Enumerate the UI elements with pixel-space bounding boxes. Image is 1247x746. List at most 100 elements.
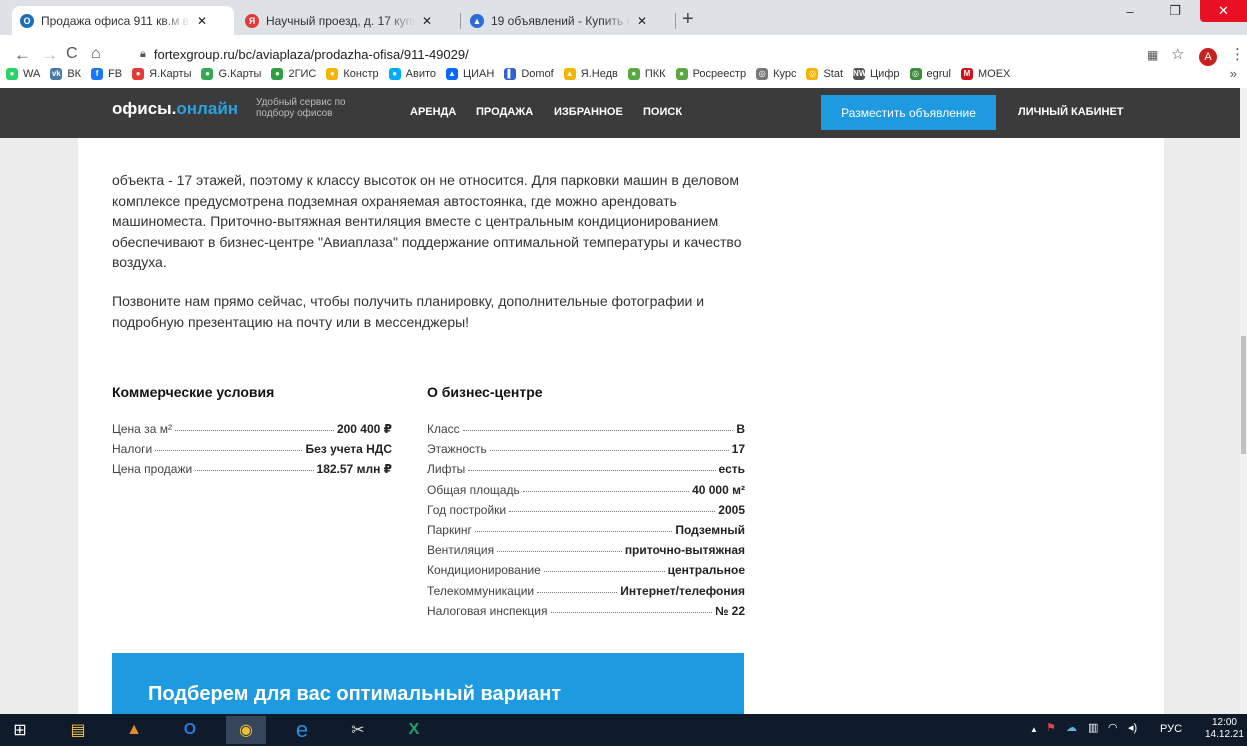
- tray-expand-icon[interactable]: ▲: [1030, 725, 1038, 734]
- bookmark-11[interactable]: ▲ Я.Недв: [563, 68, 618, 80]
- system-clock[interactable]: 12:00 14.12.21: [1205, 717, 1244, 741]
- window-close-icon[interactable]: ✕: [1200, 0, 1247, 22]
- internet-explorer-icon[interactable]: e: [282, 716, 322, 744]
- bookmark-label: ВК: [67, 68, 82, 80]
- lock-icon: 🔒︎: [140, 47, 146, 60]
- bookmark-icon: ◎: [756, 68, 769, 80]
- logo-domain: онлайн: [176, 99, 239, 118]
- chrome-icon[interactable]: ◉: [226, 716, 266, 744]
- dotted-leader: [509, 510, 716, 512]
- excel-icon[interactable]: X: [394, 716, 434, 744]
- scrollbar-thumb[interactable]: [1241, 336, 1246, 454]
- menu-sale[interactable]: ПРОДАЖА: [476, 106, 533, 118]
- logo-text: офисы.: [112, 99, 177, 118]
- bookmark-15[interactable]: ◎ Stat: [806, 68, 843, 80]
- spec-row: Этажность 17: [427, 436, 745, 456]
- home-icon[interactable]: ⌂: [91, 45, 101, 63]
- file-explorer-icon[interactable]: ▤: [58, 716, 98, 744]
- bookmark-star-icon[interactable]: ☆: [1171, 45, 1184, 63]
- back-icon[interactable]: ←: [14, 45, 31, 65]
- restore-icon[interactable]: ❐: [1155, 0, 1195, 22]
- spec-value: 17: [731, 442, 745, 457]
- bookmark-label: Я.Карты: [149, 68, 192, 80]
- language-indicator[interactable]: РУС: [1160, 723, 1182, 735]
- spec-row: Телекоммуникации Интернет/телефония: [427, 578, 745, 598]
- bookmark-icon: M: [960, 68, 973, 80]
- bookmark-2[interactable]: vk ВК: [50, 68, 81, 80]
- matlab-icon[interactable]: ▲: [114, 716, 154, 744]
- spec-key: Налоговая инспекция: [427, 603, 548, 618]
- post-ad-button[interactable]: Разместить объявление: [821, 95, 996, 130]
- snipping-tool-icon[interactable]: ✂: [338, 716, 378, 744]
- bookmark-7[interactable]: ● Констр: [326, 68, 379, 80]
- dotted-leader: [550, 611, 712, 613]
- spec-row: Цена за м² 200 400 ₽: [112, 416, 392, 436]
- volume-icon[interactable]: ◂): [1128, 721, 1137, 734]
- tab-close-icon[interactable]: ✕: [637, 14, 647, 28]
- page-scrollbar[interactable]: [1240, 88, 1247, 714]
- dotted-leader: [497, 551, 622, 553]
- bookmark-18[interactable]: M MOEX: [960, 68, 1010, 80]
- spec-value: приточно-вытяжная: [624, 543, 745, 558]
- spec-row: Год постройки 2005: [427, 497, 745, 517]
- network-alert-icon[interactable]: ⚑: [1046, 721, 1056, 734]
- bookmark-1[interactable]: ● WA: [6, 68, 40, 80]
- bookmarks-more-icon[interactable]: »: [1230, 66, 1237, 81]
- bookmark-label: Цифр: [870, 68, 900, 80]
- bookmarks-bar: ● WA vk ВК f FB ● Я.Карты ● G.Карты ● 2ГИС ● Констр ● А…: [0, 63, 1247, 85]
- menu-search[interactable]: ПОИСК: [643, 106, 682, 118]
- bookmark-13[interactable]: ● Росреестр: [675, 68, 746, 80]
- bookmark-icon: ▌: [504, 68, 517, 80]
- menu-rent[interactable]: АРЕНДА: [410, 106, 456, 118]
- address-bar[interactable]: 🔒︎ fortexgroup.ru/bc/aviaplaza/prodazha-…: [140, 43, 1160, 65]
- bookmark-16[interactable]: NW Цифр: [853, 68, 900, 80]
- bookmark-12[interactable]: ● ПКК: [627, 68, 666, 80]
- site-slogan: Удобный сервис по подбору офисов: [256, 97, 346, 119]
- bookmark-label: egrul: [926, 68, 951, 80]
- bookmark-8[interactable]: ● Авито: [388, 68, 436, 80]
- forward-icon[interactable]: →: [41, 45, 58, 65]
- bookmark-icon: ▲: [563, 68, 576, 80]
- browser-tab[interactable]: ▲ 19 объявлений - Купить офис в ✕: [462, 6, 674, 35]
- tab-title: Научный проезд, д. 17 купить о: [266, 13, 416, 28]
- qr-code-icon[interactable]: ▦: [1147, 48, 1158, 62]
- wifi-icon[interactable]: ◠: [1108, 721, 1118, 734]
- onedrive-icon[interactable]: ☁: [1066, 721, 1077, 734]
- dotted-leader: [537, 591, 618, 593]
- bookmark-icon: vk: [50, 68, 63, 80]
- browser-tab-active[interactable]: О Продажа офиса 911 кв.м в бизн ✕: [12, 6, 234, 35]
- bookmark-14[interactable]: ◎ Курс: [756, 68, 796, 80]
- windows-start-icon[interactable]: ⊞: [0, 716, 40, 744]
- personal-cabinet-link[interactable]: ЛИЧНЫЙ КАБИНЕТ: [1018, 106, 1124, 118]
- bookmark-9[interactable]: ▲ ЦИАН: [446, 68, 494, 80]
- tab-separator: [460, 13, 461, 29]
- reload-icon[interactable]: C: [66, 45, 78, 63]
- site-logo[interactable]: офисы.онлайн: [112, 99, 238, 119]
- bookmark-label: FB: [108, 68, 123, 80]
- browser-menu-icon[interactable]: ⋮: [1230, 45, 1245, 63]
- tab-close-icon[interactable]: ✕: [197, 14, 207, 28]
- network-icon[interactable]: ▥: [1088, 721, 1098, 734]
- spec-row: Паркинг Подземный: [427, 517, 745, 537]
- bookmark-3[interactable]: f FB: [91, 68, 122, 80]
- bookmark-10[interactable]: ▌ Domof: [504, 68, 554, 80]
- business-center-title: О бизнес-центре: [427, 384, 543, 400]
- bookmark-4[interactable]: ● Я.Карты: [132, 68, 191, 80]
- browser-tab[interactable]: Я Научный проезд, д. 17 купить о ✕: [237, 6, 459, 35]
- tab-favicon-icon: ▲: [470, 13, 484, 28]
- windows-taskbar: ⊞ ▤ ▲ O ◉ e ✂ X ▲ ⚑ ☁ ▥ ◠ ◂) РУС 12:00 1…: [0, 714, 1247, 746]
- bookmark-17[interactable]: ◎ egrul: [909, 68, 951, 80]
- bookmark-icon: NW: [853, 68, 867, 80]
- dotted-leader: [462, 430, 734, 431]
- spec-value: B: [736, 422, 745, 436]
- minimize-icon[interactable]: ‒: [1110, 0, 1150, 22]
- bookmark-6[interactable]: ● 2ГИС: [271, 68, 316, 80]
- dotted-leader: [543, 571, 665, 573]
- outlook-icon[interactable]: O: [170, 716, 210, 744]
- spec-key: Лифты: [427, 462, 466, 477]
- spec-row: Лифты есть: [427, 456, 745, 476]
- tab-close-icon[interactable]: ✕: [422, 14, 432, 28]
- menu-favorites[interactable]: ИЗБРАННОЕ: [554, 106, 623, 118]
- bookmark-5[interactable]: ● G.Карты: [201, 68, 261, 80]
- new-tab-icon[interactable]: +: [682, 9, 694, 29]
